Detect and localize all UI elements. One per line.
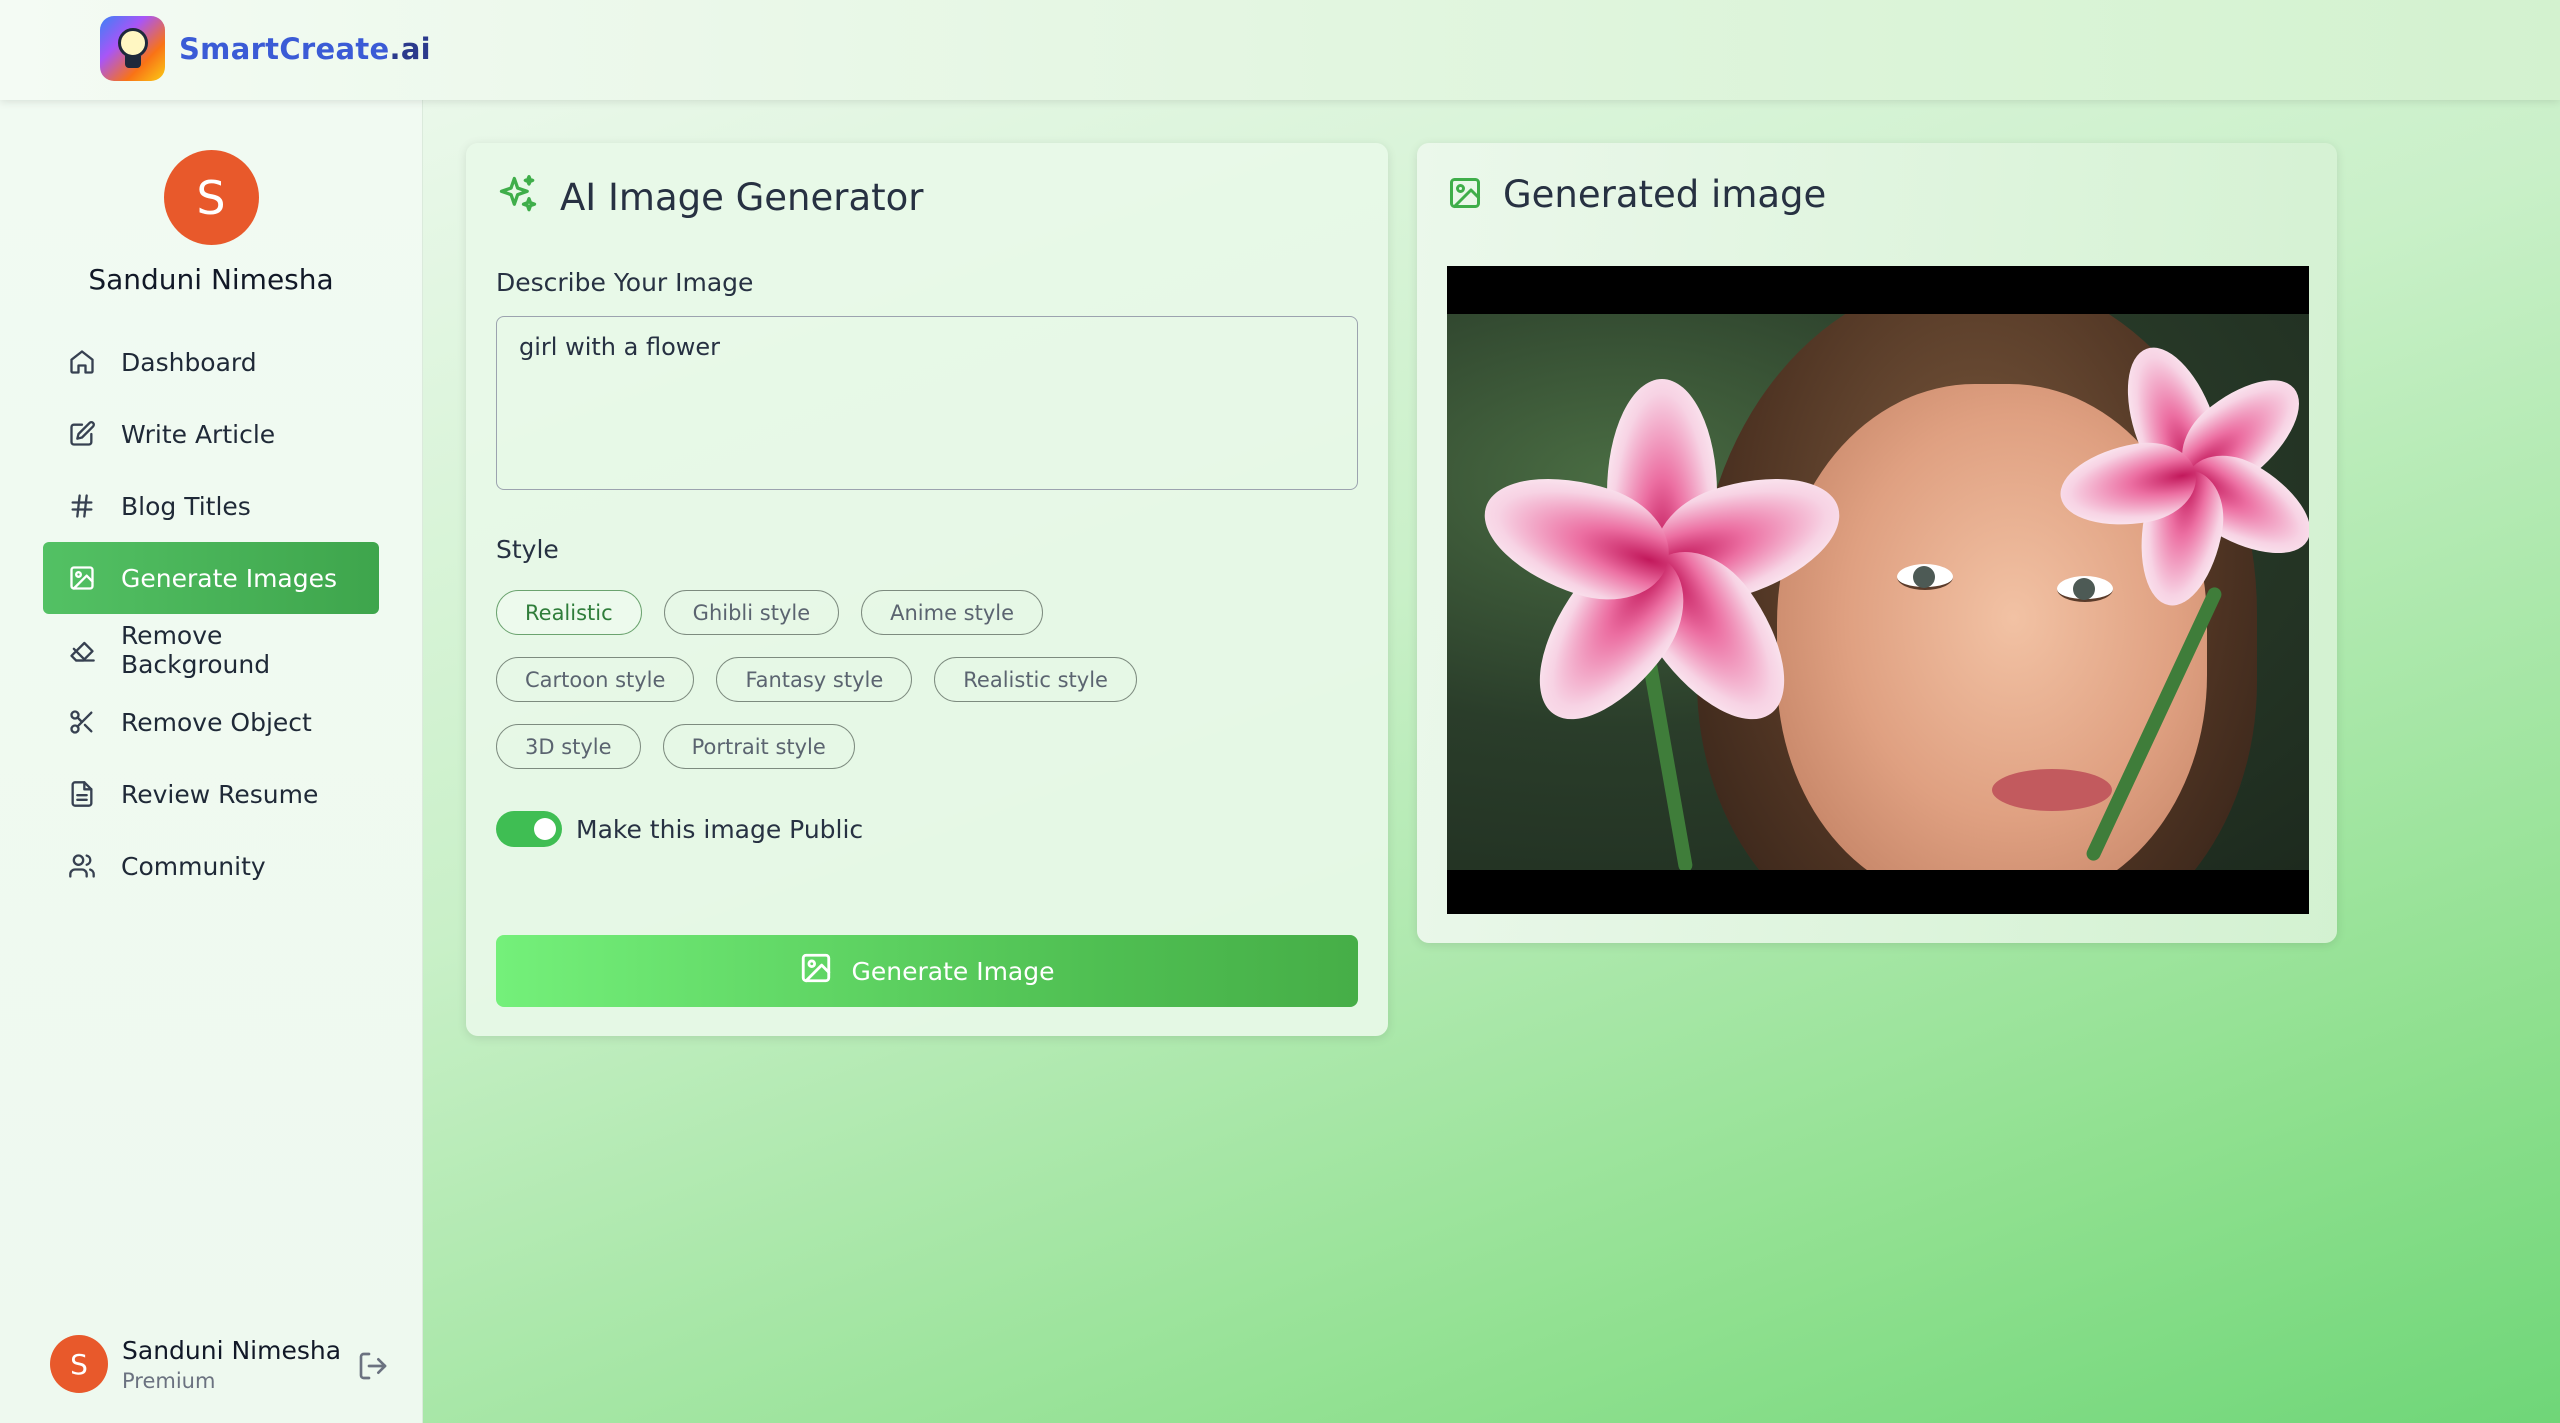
eraser-icon — [67, 635, 97, 665]
hash-icon — [67, 491, 97, 521]
sidebar-item-label: Generate Images — [121, 563, 338, 593]
lightbulb-icon — [100, 16, 165, 81]
sidebar-item-label: Review Resume — [121, 779, 319, 809]
scissors-icon — [67, 707, 97, 737]
sidebar-item-label: Community — [121, 851, 266, 881]
generator-card: AI Image Generator Describe Your Image g… — [466, 143, 1388, 1036]
style-chip-realistic-style[interactable]: Realistic style — [934, 657, 1137, 702]
style-chip-anime[interactable]: Anime style — [861, 590, 1044, 635]
sidebar-item-community[interactable]: Community — [43, 830, 379, 902]
image-icon — [799, 951, 833, 991]
generate-image-button[interactable]: Generate Image — [496, 935, 1358, 1007]
sidebar-item-write-article[interactable]: Write Article — [43, 398, 379, 470]
sidebar-item-generate-images[interactable]: Generate Images — [43, 542, 379, 614]
sidebar-item-label: Blog Titles — [121, 491, 251, 521]
sidebar-item-dashboard[interactable]: Dashboard — [43, 326, 379, 398]
sidebar-item-label: Remove Background — [120, 621, 271, 679]
sidebar-item-remove-background[interactable]: Remove Background — [43, 614, 379, 686]
sidebar-item-remove-object[interactable]: Remove Object — [43, 686, 379, 758]
style-chip-3d[interactable]: 3D style — [496, 724, 641, 769]
style-options: Realistic Ghibli style Anime style Carto… — [496, 590, 1358, 791]
user-footer: S Sanduni Nimesha Premium — [50, 1335, 389, 1393]
style-label: Style — [496, 535, 559, 564]
home-icon — [67, 347, 97, 377]
prompt-input[interactable]: girl with a flower — [496, 316, 1358, 490]
public-toggle-label: Make this image Public — [576, 814, 864, 844]
sidebar-item-label: Dashboard — [121, 347, 257, 377]
app-logo[interactable]: SmartCreate.ai — [100, 16, 431, 81]
footer-user-name: Sanduni Nimesha — [122, 1335, 342, 1365]
sidebar-nav: Dashboard Write Article Blog Titles Gene… — [0, 326, 422, 902]
sidebar-item-blog-titles[interactable]: Blog Titles — [43, 470, 379, 542]
sidebar-item-label: Write Article — [121, 419, 276, 449]
image-icon — [1447, 175, 1483, 215]
sparkles-icon — [496, 173, 540, 221]
style-chip-ghibli[interactable]: Ghibli style — [663, 590, 840, 635]
generated-image[interactable] — [1447, 266, 2309, 914]
public-toggle-row: Make this image Public — [496, 811, 863, 847]
sidebar: S Sanduni Nimesha Dashboard Write Articl… — [0, 100, 423, 1423]
sidebar-item-review-resume[interactable]: Review Resume — [43, 758, 379, 830]
generator-title: AI Image Generator — [560, 175, 924, 219]
generate-button-label: Generate Image — [851, 956, 1055, 986]
logo-text: SmartCreate.ai — [179, 31, 431, 66]
public-toggle[interactable] — [496, 811, 562, 847]
style-chip-realistic[interactable]: Realistic — [496, 590, 642, 635]
style-chip-cartoon[interactable]: Cartoon style — [496, 657, 695, 702]
users-icon — [67, 851, 97, 881]
image-icon — [67, 563, 97, 593]
logout-icon[interactable] — [357, 1350, 389, 1386]
sidebar-item-label: Remove Object — [121, 707, 312, 737]
file-text-icon — [67, 779, 97, 809]
top-bar: SmartCreate.ai — [0, 0, 2560, 100]
avatar[interactable]: S — [163, 150, 259, 245]
profile-name: Sanduni Nimesha — [88, 263, 334, 296]
result-card: Generated image — [1417, 143, 2337, 943]
footer-user-plan: Premium — [122, 1368, 216, 1393]
style-chip-fantasy[interactable]: Fantasy style — [716, 657, 913, 702]
main-content: AI Image Generator Describe Your Image g… — [423, 100, 2560, 1423]
prompt-label: Describe Your Image — [496, 268, 754, 297]
edit-icon — [67, 419, 97, 449]
result-title: Generated image — [1503, 173, 1827, 216]
avatar[interactable]: S — [50, 1335, 108, 1393]
style-chip-portrait[interactable]: Portrait style — [662, 724, 855, 769]
generated-image-art — [1447, 314, 2309, 870]
profile-section: S Sanduni Nimesha — [0, 150, 422, 296]
